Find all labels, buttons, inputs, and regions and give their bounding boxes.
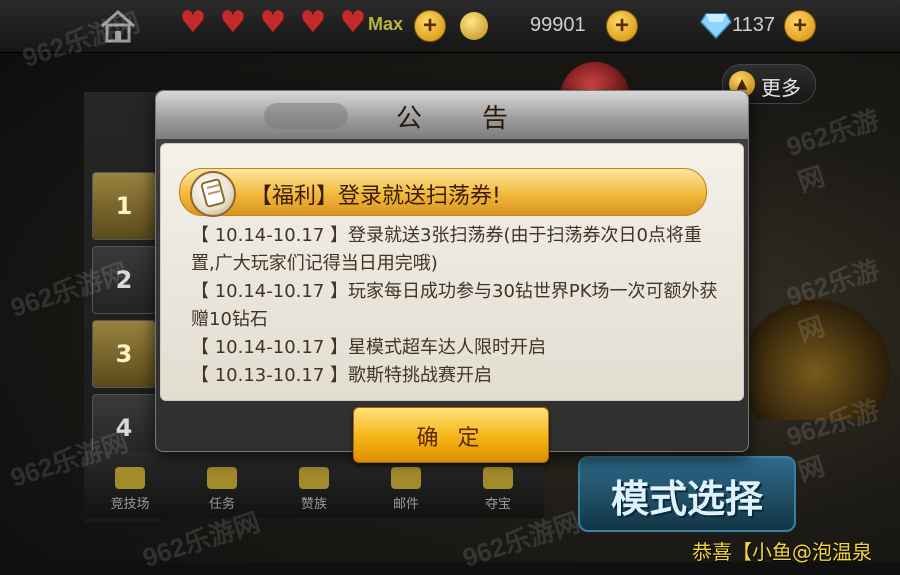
nav-label: 赞族 (300, 497, 327, 512)
lives-hearts: ♥ ♥ ♥ ♥ ♥ (176, 8, 370, 38)
max-label: Max (368, 14, 404, 34)
sponsor-icon (299, 467, 329, 489)
notice-item: 【 10.14-10.17 】登录就送3张扫荡券(由于扫荡券次日0点将重置,广大… (191, 225, 702, 274)
arena-icon (115, 467, 145, 489)
mode-select-label: 模式选择 (610, 477, 763, 521)
confirm-button[interactable]: 确 定 (353, 407, 549, 463)
heart-icon: ♥ (299, 5, 327, 40)
nav-label: 夺宝 (484, 497, 511, 512)
notice-item: 【 10.14-10.17 】星模式超车达人限时开启 (191, 337, 546, 358)
rank-slot-1[interactable]: 1 (92, 172, 156, 240)
scroll-icon (190, 171, 236, 217)
heart-icon: ♥ (219, 5, 247, 40)
heart-icon: ♥ (339, 5, 367, 40)
nav-label: 邮件 (392, 497, 419, 512)
notice-list: 【 10.14-10.17 】登录就送3张扫荡券(由于扫荡券次日0点将重置,广大… (191, 222, 721, 390)
notice-item: 【 10.14-10.17 】玩家每日成功参与30钻世界PK场一次可额外获赠10… (191, 281, 718, 330)
coins-value: 99901 (530, 14, 586, 36)
add-diamonds-button[interactable]: + (784, 10, 816, 42)
nav-item-sponsor[interactable]: 赞族 (274, 467, 354, 518)
heart-icon: ♥ (179, 5, 207, 40)
congrats-caption: 恭喜【小鱼@泡温泉 (692, 540, 872, 564)
mail-icon (391, 467, 421, 489)
diamonds-value: 1137 (732, 14, 776, 36)
welfare-banner: 【福利】登录就送扫荡券! (179, 168, 707, 217)
coin-icon (460, 12, 488, 40)
nav-label: 竞技场 (110, 497, 150, 512)
announcement-dialog: 公告 【福利】登录就送扫荡券! 【 10.14-10.17 】登录就送3张扫荡券… (155, 90, 749, 463)
nav-item-mail[interactable]: 邮件 (366, 467, 446, 518)
add-lives-button[interactable]: + (414, 10, 446, 42)
more-label: 更多 (761, 76, 801, 100)
add-coins-button[interactable]: + (606, 10, 638, 42)
mode-select-button[interactable]: 模式选择 (578, 456, 796, 532)
dialog-content: 【福利】登录就送扫荡券! 【 10.14-10.17 】登录就送3张扫荡券(由于… (160, 143, 744, 401)
dialog-header: 公告 (156, 91, 748, 139)
heart-icon: ♥ (259, 5, 287, 40)
dialog-title: 公告 (395, 104, 568, 134)
treasure-icon (483, 467, 513, 489)
banner-title: 【福利】登录就送扫荡券! (250, 184, 501, 209)
diamond-icon (700, 10, 732, 40)
nav-item-arena[interactable]: 竞技场 (90, 467, 170, 518)
notice-item: 【 10.13-10.17 】歌斯特挑战赛开启 (191, 365, 492, 386)
confirm-label: 确 定 (416, 426, 486, 451)
nav-item-treasure[interactable]: 夺宝 (458, 467, 538, 518)
task-icon (207, 467, 237, 489)
rank-slot-3[interactable]: 3 (92, 320, 156, 388)
